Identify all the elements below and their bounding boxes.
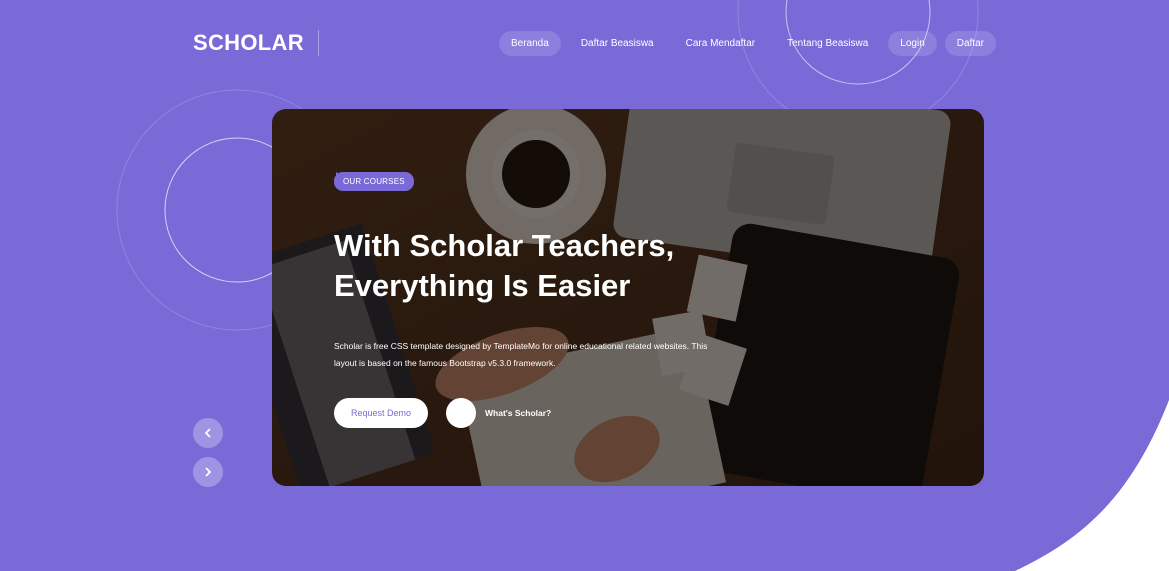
slider-prev-button[interactable]: [193, 418, 223, 448]
nav-item-tentang-beasiswa[interactable]: Tentang Beasiswa: [775, 31, 880, 56]
site-logo[interactable]: SCHOLAR: [193, 30, 319, 56]
nav-item-login[interactable]: Login: [888, 31, 937, 56]
headline-line-2: Everything Is Easier: [334, 268, 631, 303]
hero-headline: With Scholar Teachers, Everything Is Eas…: [334, 226, 774, 306]
chevron-left-icon: [205, 428, 211, 438]
nav-item-daftar[interactable]: Daftar: [944, 31, 996, 56]
hero-slide-content: OUR COURSES With Scholar Teachers, Every…: [334, 171, 774, 428]
hero-slide-card: OUR COURSES With Scholar Teachers, Every…: [272, 109, 984, 486]
nav-item-cara-mendaftar[interactable]: Cara Mendaftar: [674, 31, 767, 56]
request-demo-button[interactable]: Request Demo: [334, 398, 428, 428]
category-badge[interactable]: OUR COURSES: [334, 172, 414, 191]
hero-description: Scholar is free CSS template designed by…: [334, 341, 708, 368]
play-icon: [336, 172, 343, 180]
play-button[interactable]: [336, 172, 476, 428]
headline-line-1: With Scholar Teachers,: [334, 228, 675, 263]
nav-item-daftar-beasiswa[interactable]: Daftar Beasiswa: [569, 31, 666, 56]
hero-actions: Request Demo What's Scholar?: [334, 172, 774, 428]
whats-scholar-label: What's Scholar?: [485, 408, 552, 418]
slider-next-button[interactable]: [193, 457, 223, 487]
main-nav: Beranda Daftar Beasiswa Cara Mendaftar T…: [499, 31, 996, 56]
chevron-right-icon: [205, 467, 211, 477]
nav-item-beranda[interactable]: Beranda: [499, 31, 561, 56]
whats-scholar-link[interactable]: What's Scholar?: [336, 172, 552, 428]
